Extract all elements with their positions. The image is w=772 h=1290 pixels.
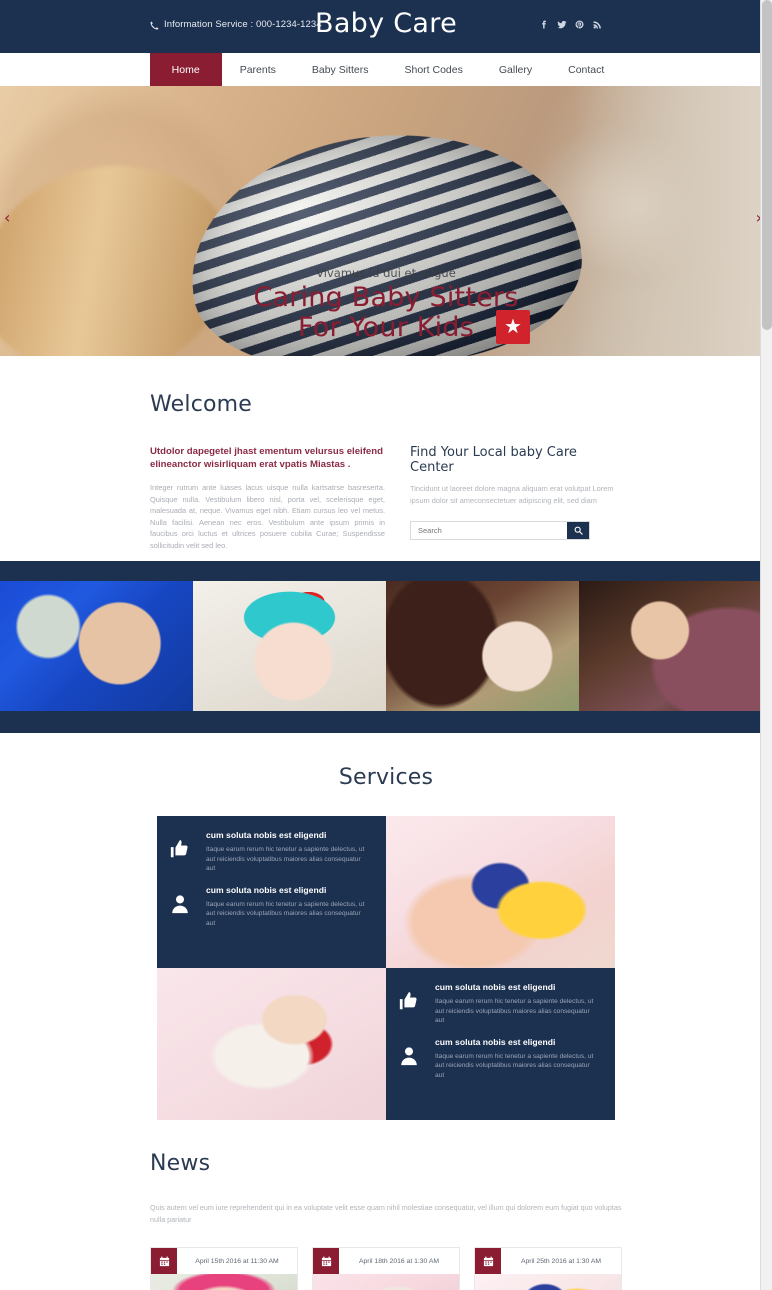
gallery-photo-1[interactable] — [0, 581, 193, 711]
hero-slider: ★ Vivamus id dui et augue Caring Baby Si… — [0, 86, 772, 356]
pinterest-icon[interactable] — [575, 20, 584, 29]
hero-caption: Vivamus id dui et augue Caring Baby Sitt… — [0, 266, 772, 343]
news-date: April 15th 2016 at 11:30 AM — [195, 1257, 279, 1265]
site-brand: Baby Care — [315, 8, 457, 39]
news-photo — [313, 1274, 459, 1290]
welcome-title: Welcome — [150, 392, 253, 417]
welcome-section: Welcome Utdolor dapegetel jhast ementum … — [0, 356, 772, 561]
service-photo-1 — [386, 816, 615, 968]
gallery-strip — [0, 581, 772, 711]
service-title: cum soluta nobis est eligendi — [206, 884, 327, 895]
welcome-body: Integer rutrum ante luases lacus uisque … — [150, 483, 385, 550]
nav-item-home[interactable]: Home — [149, 53, 222, 86]
user-icon — [392, 1037, 426, 1081]
news-photo — [475, 1274, 621, 1290]
service-text: Itaque earum rerum hic tenetur a sapient… — [435, 1052, 594, 1079]
services-section: Services cum soluta nobis est eligendi I… — [0, 733, 772, 1120]
nav-item-gallery[interactable]: Gallery — [481, 53, 550, 86]
calendar-icon — [151, 1248, 177, 1274]
nav-item-contact[interactable]: Contact — [550, 53, 622, 86]
service-title: cum soluta nobis est eligendi — [435, 982, 556, 992]
nav-list: Home Parents Baby Sitters Short Codes Ga… — [149, 53, 623, 86]
news-title: News — [150, 1151, 211, 1176]
news-card[interactable]: April 18th 2016 at 1:30 AM — [312, 1247, 460, 1290]
facebook-icon[interactable] — [539, 20, 548, 29]
news-section: News Quis autem vel eum iure reprehender… — [0, 1113, 772, 1290]
page-root: Information Service : 000-1234-1234 Baby… — [0, 0, 772, 1290]
news-card-header: April 25th 2016 at 1:30 AM — [475, 1248, 621, 1274]
welcome-lead: Utdolor dapegetel jhast ementum velursus… — [150, 446, 383, 470]
calendar-icon — [475, 1248, 501, 1274]
rss-icon[interactable] — [593, 20, 602, 29]
main-navigation: Home Parents Baby Sitters Short Codes Ga… — [0, 53, 772, 86]
news-date: April 25th 2016 at 1:30 AM — [520, 1257, 602, 1265]
social-links — [539, 20, 602, 29]
slider-prev-arrow[interactable]: ‹ — [4, 210, 10, 226]
news-intro: Quis autem vel eum iure reprehenderit qu… — [150, 1203, 622, 1224]
search-bar — [410, 521, 590, 540]
service-text: Itaque earum rerum hic tenetur a sapient… — [435, 998, 594, 1025]
gallery-photo-2[interactable] — [193, 581, 386, 711]
welcome-left-column: Utdolor dapegetel jhast ementum velursus… — [150, 445, 385, 551]
service-text: Itaque earum rerum hic tenetur a sapient… — [206, 900, 365, 927]
user-icon — [163, 885, 197, 929]
gallery-photo-4[interactable] — [579, 581, 772, 711]
scrollbar-thumb[interactable] — [762, 0, 772, 330]
thumbs-up-icon — [392, 982, 426, 1026]
news-card[interactable]: April 15th 2016 at 11:30 AM — [150, 1247, 298, 1290]
twitter-icon[interactable] — [557, 20, 567, 29]
nav-item-short-codes[interactable]: Short Codes — [386, 53, 480, 86]
news-card[interactable]: April 25th 2016 at 1:30 AM — [474, 1247, 622, 1290]
site-header: Information Service : 000-1234-1234 Baby… — [0, 0, 772, 53]
search-input[interactable] — [411, 522, 567, 539]
thumbs-up-icon — [163, 830, 197, 874]
services-box-right: cum soluta nobis est eligendi Itaque ear… — [386, 968, 615, 1120]
service-text: Itaque earum rerum hic tenetur a sapient… — [206, 846, 365, 873]
find-center-title: Find Your Local baby Care Center — [410, 445, 577, 475]
hero-subtitle: Vivamus id dui et augue — [316, 266, 456, 280]
service-item[interactable]: cum soluta nobis est eligendi Itaque ear… — [392, 1037, 599, 1081]
service-photo-2 — [157, 968, 386, 1120]
gallery-photo-3[interactable] — [386, 581, 579, 711]
services-row-1: cum soluta nobis est eligendi Itaque ear… — [157, 816, 615, 968]
page-scrollbar[interactable] — [760, 0, 772, 1290]
search-icon — [574, 523, 583, 538]
service-item[interactable]: cum soluta nobis est eligendi Itaque ear… — [163, 830, 370, 874]
service-item[interactable]: cum soluta nobis est eligendi Itaque ear… — [392, 982, 599, 1026]
welcome-right-column: Find Your Local baby Care Center Tincidu… — [410, 445, 622, 551]
hero-title-line1: Caring Baby Sitters — [253, 282, 519, 313]
services-grid: cum soluta nobis est eligendi Itaque ear… — [157, 816, 615, 1120]
find-center-text: Tincidunt ut laoreet dolore magna aliqua… — [410, 484, 614, 505]
news-date: April 18th 2016 at 1:30 AM — [358, 1257, 440, 1265]
hero-title-line2: For Your Kids — [297, 312, 474, 343]
gallery-strip-section — [0, 561, 772, 733]
news-card-header: April 18th 2016 at 1:30 AM — [313, 1248, 459, 1274]
nav-item-parents[interactable]: Parents — [222, 53, 294, 86]
news-photo — [151, 1274, 297, 1290]
service-item[interactable]: cum soluta nobis est eligendi Itaque ear… — [163, 885, 370, 929]
services-title: Services — [338, 765, 434, 790]
service-title: cum soluta nobis est eligendi — [435, 1036, 556, 1047]
nav-item-baby-sitters[interactable]: Baby Sitters — [294, 53, 387, 86]
calendar-icon — [313, 1248, 339, 1274]
services-box-left: cum soluta nobis est eligendi Itaque ear… — [157, 816, 386, 968]
news-grid: April 15th 2016 at 11:30 AM April 18th 2… — [150, 1247, 622, 1290]
service-title: cum soluta nobis est eligendi — [206, 830, 327, 840]
services-row-2: cum soluta nobis est eligendi Itaque ear… — [157, 968, 615, 1120]
search-button[interactable] — [567, 522, 589, 539]
news-card-header: April 15th 2016 at 11:30 AM — [151, 1248, 297, 1274]
